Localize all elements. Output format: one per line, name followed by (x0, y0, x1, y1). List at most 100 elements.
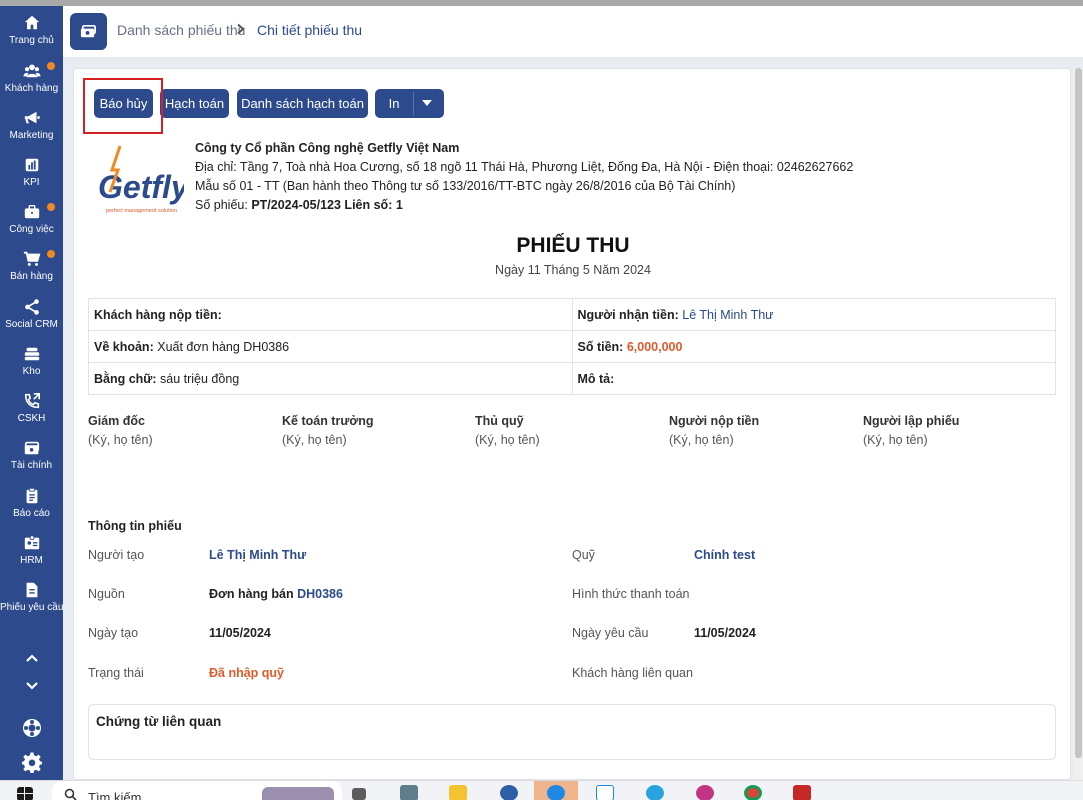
search-banner-image (262, 787, 334, 800)
accounting-button[interactable]: Hạch toán (160, 89, 229, 118)
sidebar-item-sales[interactable]: Bán hàng (0, 250, 63, 296)
signature-payer: Người nộp tiền (Ký, họ tên) (669, 414, 760, 447)
company-logo: Getfly perfect management solution (98, 145, 184, 214)
search-icon (64, 788, 77, 800)
sidebar-item-label: HRM (20, 555, 43, 566)
sidebar-item-label: Bán hàng (10, 271, 53, 282)
sidebar-item-cskh[interactable]: CSKH (0, 392, 63, 438)
cart-icon (23, 251, 40, 266)
chevron-right-icon (237, 23, 245, 35)
related-documents-title: Chứng từ liên quan (96, 714, 222, 729)
sidebar-item-finance[interactable]: Tài chính (0, 439, 63, 485)
folder-icon[interactable] (449, 785, 467, 800)
request-date-value: 11/05/2024 (694, 626, 756, 640)
sidebar: Trang chủ Khách hàng Marketing KPI Công … (0, 6, 63, 780)
ticket-info-title: Thông tin phiếu (88, 519, 182, 533)
task-view-icon[interactable] (352, 788, 366, 800)
payer-cell: Khách hàng nộp tiền: (88, 298, 573, 331)
gear-icon[interactable] (21, 751, 43, 773)
home-icon (24, 15, 39, 30)
notification-dot (47, 62, 55, 70)
sidebar-item-label: Phiếu yêu cầu (0, 602, 64, 613)
sidebar-item-marketing[interactable]: Marketing (0, 109, 63, 155)
sidebar-item-kpi[interactable]: KPI (0, 156, 63, 202)
company-form: Mẫu số 01 - TT (Ban hành theo Thông tư s… (195, 179, 736, 193)
breadcrumb-parent-link[interactable]: Danh sách phiếu thu (117, 22, 245, 38)
chrome-icon[interactable] (744, 785, 762, 800)
sidebar-item-label: Công việc (9, 224, 54, 235)
sidebar-item-label: Trang chủ (9, 35, 54, 46)
created-date-label: Ngày tạo (88, 626, 139, 640)
print-button[interactable]: In (375, 89, 413, 118)
breadcrumb-current: Chi tiết phiếu thu (257, 22, 363, 38)
source-value: Đơn hàng bán DH0386 (209, 587, 343, 601)
os-taskbar: Tìm kiếm (0, 780, 1083, 800)
sidebar-item-label: Kho (22, 366, 41, 377)
caret-down-icon[interactable] (421, 98, 433, 108)
header: Danh sách phiếu thu Chi tiết phiếu thu (63, 6, 1083, 58)
start-icon[interactable] (17, 787, 33, 800)
logo-tagline: perfect management solution (106, 208, 177, 214)
request-date-label: Ngày yêu cầu (572, 626, 649, 640)
calculator-icon[interactable] (400, 785, 418, 800)
status-badge: Đã nhập quỹ (209, 666, 285, 680)
receipt-date: Ngày 11 Tháng 5 Năm 2024 (495, 263, 651, 277)
app-icon[interactable] (793, 785, 811, 800)
sidebar-item-warehouse[interactable]: Kho (0, 345, 63, 391)
megaphone-icon (24, 111, 40, 124)
order-link[interactable]: DH0386 (297, 587, 343, 601)
status-label: Trạng thái (88, 666, 144, 680)
sidebar-item-hrm[interactable]: HRM (0, 534, 63, 580)
finance-module-button[interactable] (70, 13, 107, 50)
sidebar-item-label: Tài chính (10, 460, 53, 471)
sidebar-item-requests[interactable]: Phiếu yêu cầu (0, 581, 63, 627)
amount-cell: Số tiền: 6,000,000 (571, 330, 1056, 363)
taskbar-search-box[interactable]: Tìm kiếm (52, 781, 342, 800)
chevron-up-icon[interactable] (22, 648, 42, 668)
fund-link[interactable]: Chính test (694, 548, 755, 562)
phone-icon (24, 392, 40, 409)
sidebar-item-label: Marketing (9, 130, 54, 141)
signature-director: Giám đốc (Ký, họ tên) (88, 414, 153, 447)
taskbar-search-label: Tìm kiếm (88, 790, 142, 800)
scrollbar-thumb[interactable] (1075, 68, 1082, 758)
fund-label: Quỹ (572, 548, 595, 562)
sidebar-item-tasks[interactable]: Công việc (0, 203, 63, 249)
creator-link[interactable]: Lê Thị Minh Thư (209, 548, 306, 562)
reason-cell: Về khoản: Xuất đơn hàng DH0386 (88, 330, 573, 363)
sidebar-item-home[interactable]: Trang chủ (0, 14, 63, 60)
sidebar-item-customers[interactable]: Khách hàng (0, 62, 63, 108)
chart-icon (25, 158, 38, 172)
source-label: Nguồn (88, 587, 125, 601)
taskbar-active-app[interactable] (534, 781, 578, 800)
telegram-icon[interactable] (646, 785, 664, 800)
sidebar-item-label: Báo cáo (13, 508, 50, 519)
highlight-box (83, 78, 163, 134)
money-icon (80, 24, 97, 38)
sidebar-item-reports[interactable]: Báo cáo (0, 487, 63, 533)
payment-method-label: Hình thức thanh toán (572, 587, 690, 601)
description-cell: Mô tả: (571, 362, 1056, 395)
signature-chief-accountant: Kế toán trưởng (Ký, họ tên) (282, 414, 374, 447)
signature-creator: Người lập phiếu (Ký, họ tên) (863, 414, 960, 447)
accounting-list-button[interactable]: Danh sách hạch toán (237, 89, 368, 118)
sidebar-item-label: Social CRM (5, 319, 58, 330)
zalo-icon[interactable] (596, 785, 614, 800)
briefcase-icon (24, 204, 39, 219)
print-button-group: In (375, 89, 444, 118)
related-documents-panel: Chứng từ liên quan (88, 704, 1056, 760)
share-icon (24, 299, 39, 315)
chevron-down-icon[interactable] (22, 676, 42, 696)
money-icon (24, 441, 39, 455)
document-icon (26, 582, 37, 598)
skype-icon (547, 785, 565, 800)
table-row: Khách hàng nộp tiền: Người nhận tiền: Lê… (88, 298, 1056, 331)
mail-icon[interactable] (500, 785, 518, 800)
messenger-icon[interactable] (696, 785, 714, 800)
receiver-cell: Người nhận tiền: Lê Thị Minh Thư (571, 298, 1056, 331)
support-icon[interactable] (21, 717, 43, 739)
receipt-number: Số phiếu: PT/2024-05/123 Liên số: 1 (195, 198, 403, 212)
sidebar-item-label: Khách hàng (4, 83, 59, 94)
sidebar-item-social-crm[interactable]: Social CRM (0, 298, 63, 344)
company-name: Công ty Cổ phần Công nghệ Getfly Việt Na… (195, 141, 460, 155)
